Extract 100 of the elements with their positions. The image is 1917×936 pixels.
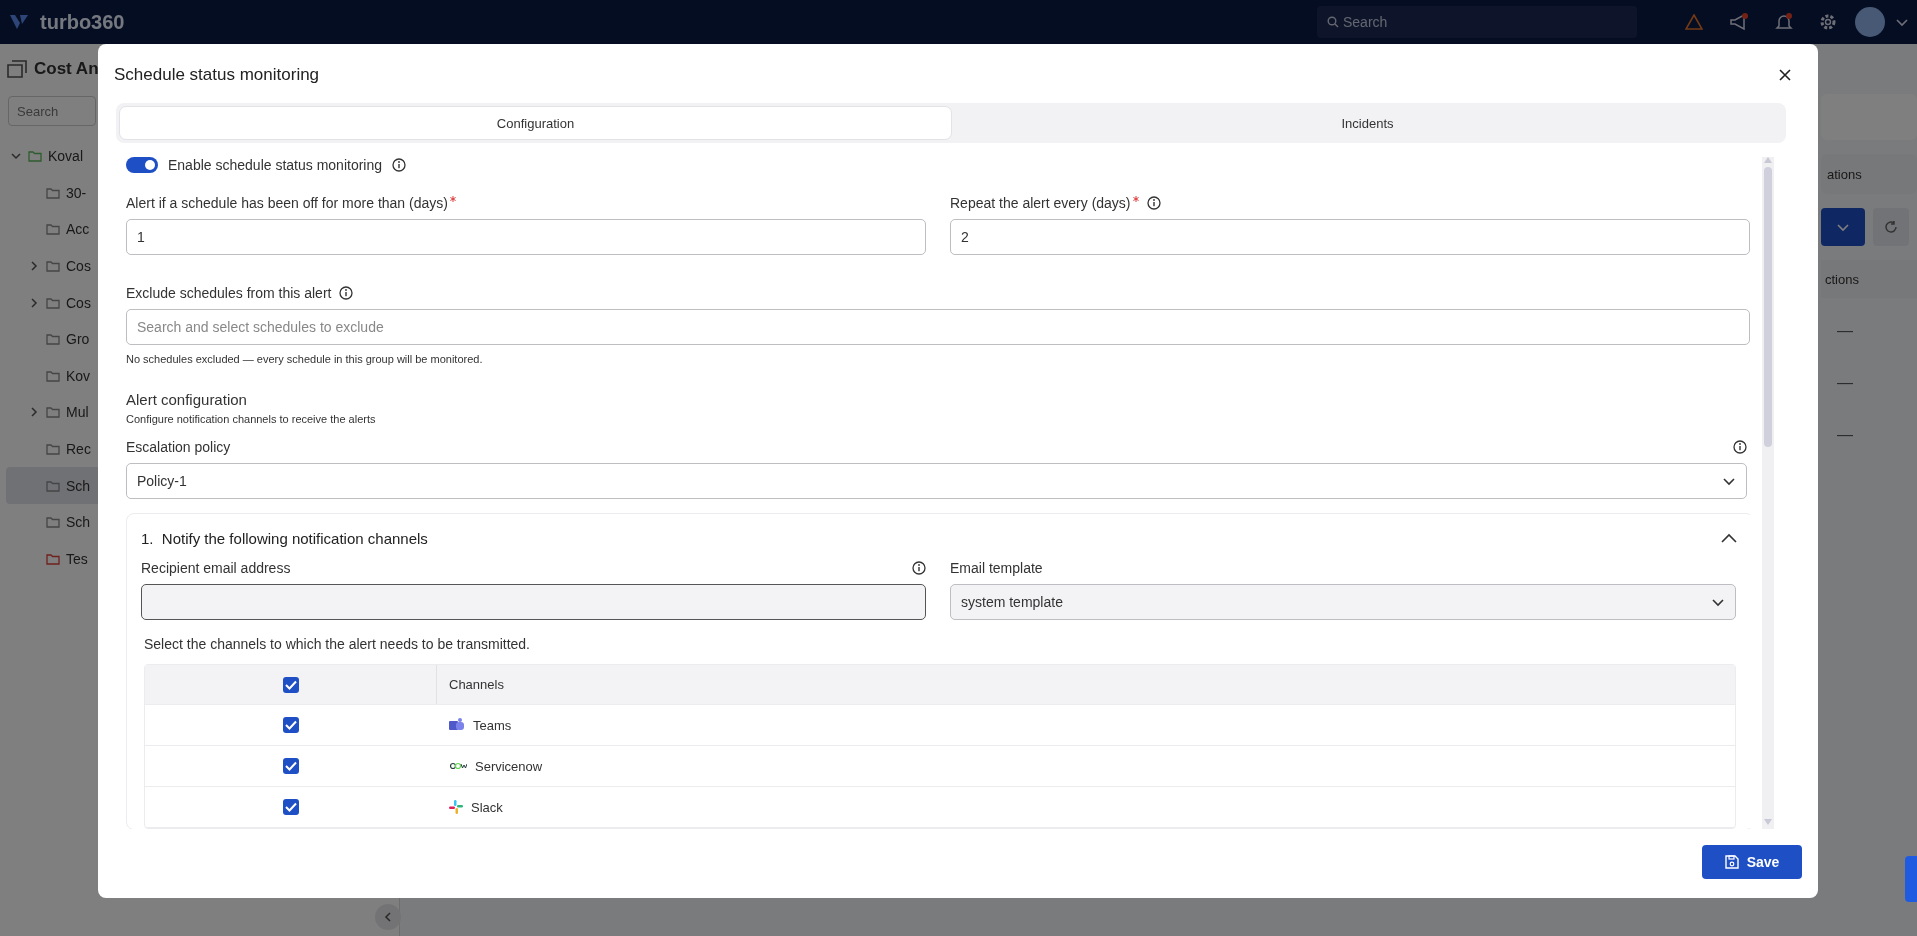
close-icon <box>1778 68 1792 82</box>
folder-icon <box>46 552 60 565</box>
instruction-text: Select the channels to which the alert needs to be transmitted. <box>144 636 531 652</box>
checkbox[interactable] <box>282 758 299 774</box>
chevron-up-icon <box>1721 533 1737 543</box>
folder-icon <box>46 260 60 273</box>
folder-icon <box>28 150 42 163</box>
section-subtitle: Configure notification channels to receive the alerts <box>126 413 377 425</box>
search-field[interactable]: Search and select schedules to exclude <box>126 309 1750 345</box>
tree-item[interactable]: Sch <box>6 467 98 504</box>
avatar-icon[interactable] <box>1855 7 1885 37</box>
folder-icon <box>46 369 60 382</box>
field-label: Repeat the alert every (days) <box>950 195 1131 211</box>
toggle-label: Enable schedule status monitoring <box>168 157 383 173</box>
select-field[interactable]: system template <box>950 584 1736 620</box>
save-icon <box>1724 855 1739 869</box>
tree-item-label: Kov <box>66 367 91 384</box>
folder-icon <box>46 443 60 456</box>
select-value: Policy-1 <box>137 473 187 489</box>
tree-item-label: Sch <box>66 477 91 494</box>
search-icon <box>1327 16 1339 28</box>
checkbox[interactable] <box>282 799 299 815</box>
tree-item[interactable]: Gro <box>0 320 98 358</box>
folder-icon <box>46 406 60 419</box>
tab[interactable]: Configuration <box>119 106 952 140</box>
table-cell-text: — <box>1836 373 1854 393</box>
tree-item[interactable]: 30- <box>0 174 98 212</box>
tree-item[interactable]: Koval <box>0 138 98 175</box>
cost-analysis-icon <box>6 59 28 79</box>
refresh-icon <box>1884 220 1898 234</box>
tree-item-label: Acc <box>66 221 90 238</box>
tree-item-label: Gro <box>66 331 90 348</box>
tree-item[interactable]: Kov <box>0 357 98 395</box>
channel-name: Teams <box>473 717 512 733</box>
scrollbar[interactable] <box>1762 157 1774 829</box>
scroll-up-icon <box>1764 157 1772 163</box>
collapse-button[interactable] <box>375 904 401 930</box>
info-icon <box>912 561 926 575</box>
field-label: Escalation policy <box>126 439 231 455</box>
folder-icon <box>46 333 60 346</box>
toggle-switch[interactable] <box>126 157 158 173</box>
tree-item[interactable]: Rec <box>0 430 98 468</box>
tree-item[interactable]: Mul <box>0 394 98 431</box>
folder-icon <box>46 296 60 309</box>
field-label: Email template <box>950 560 1043 576</box>
sidebar-search-field[interactable]: Search <box>8 96 96 126</box>
tree-item-label: Sch <box>66 514 91 531</box>
check-icon <box>284 761 297 771</box>
dropdown-button[interactable] <box>1821 208 1865 246</box>
servicenow-icon <box>449 762 467 770</box>
scroll-down-icon <box>1764 819 1772 825</box>
chevron-right-icon[interactable] <box>28 406 40 419</box>
tree-item-label: Cos <box>66 258 91 275</box>
save-button[interactable]: Save <box>1702 845 1802 879</box>
checkbox[interactable] <box>282 717 299 733</box>
folder-icon <box>46 186 60 199</box>
number-field[interactable]: 1 <box>126 219 926 255</box>
tree-item[interactable]: Acc <box>0 211 98 248</box>
section-title: Alert configuration <box>126 391 248 408</box>
select-field[interactable]: Policy-1 <box>126 463 1747 499</box>
info-icon <box>339 286 354 300</box>
checkbox[interactable] <box>282 676 299 693</box>
refresh-button[interactable] <box>1873 208 1909 246</box>
bell-icon[interactable] <box>1775 13 1793 31</box>
chevron-right-icon[interactable] <box>28 260 40 273</box>
table-cell-text: — <box>1836 425 1854 445</box>
channel-name: Slack <box>471 799 503 815</box>
tree-item-label: Mul <box>66 404 89 421</box>
tree-item[interactable]: Cos <box>0 284 98 321</box>
tab[interactable]: Incidents <box>952 106 1783 140</box>
collapse-toggle[interactable] <box>1721 533 1737 543</box>
chevron-left-icon <box>384 912 392 922</box>
tree-item[interactable]: Tes <box>0 540 98 578</box>
tree-item-label: 30- <box>66 184 87 201</box>
tree-item[interactable]: Cos <box>0 247 98 285</box>
check-icon <box>284 679 297 690</box>
tree-item-label: Rec <box>66 441 91 458</box>
tree-item-label: Tes <box>66 550 88 567</box>
warning-icon[interactable] <box>1685 14 1703 30</box>
select-value: system template <box>961 594 1063 610</box>
field-label: Recipient email address <box>141 560 291 576</box>
column-header: Channels <box>449 677 504 692</box>
number-field[interactable]: 2 <box>950 219 1750 255</box>
settings-icon[interactable] <box>1819 13 1837 31</box>
table-cell-text: — <box>1836 321 1854 341</box>
step-title: 1. Notify the following notification channels <box>141 529 428 547</box>
info-icon <box>1146 196 1161 210</box>
field-label: Exclude schedules from this alert <box>126 285 332 301</box>
tree-item-label: Cos <box>66 294 91 311</box>
chevron-right-icon[interactable] <box>28 296 40 309</box>
slack-icon <box>449 800 463 814</box>
tree-item-label: Koval <box>48 148 84 165</box>
tree-item[interactable]: Sch <box>0 503 98 541</box>
search-field[interactable]: Search <box>1317 6 1637 38</box>
field-label: Alert if a schedule has been off for more than (days) <box>126 195 448 211</box>
app-logo: turbo360 <box>40 10 125 34</box>
channel-name: Servicenow <box>475 758 543 774</box>
megaphone-icon[interactable] <box>1729 13 1749 31</box>
info-icon <box>392 158 407 172</box>
info-icon <box>1733 440 1747 454</box>
